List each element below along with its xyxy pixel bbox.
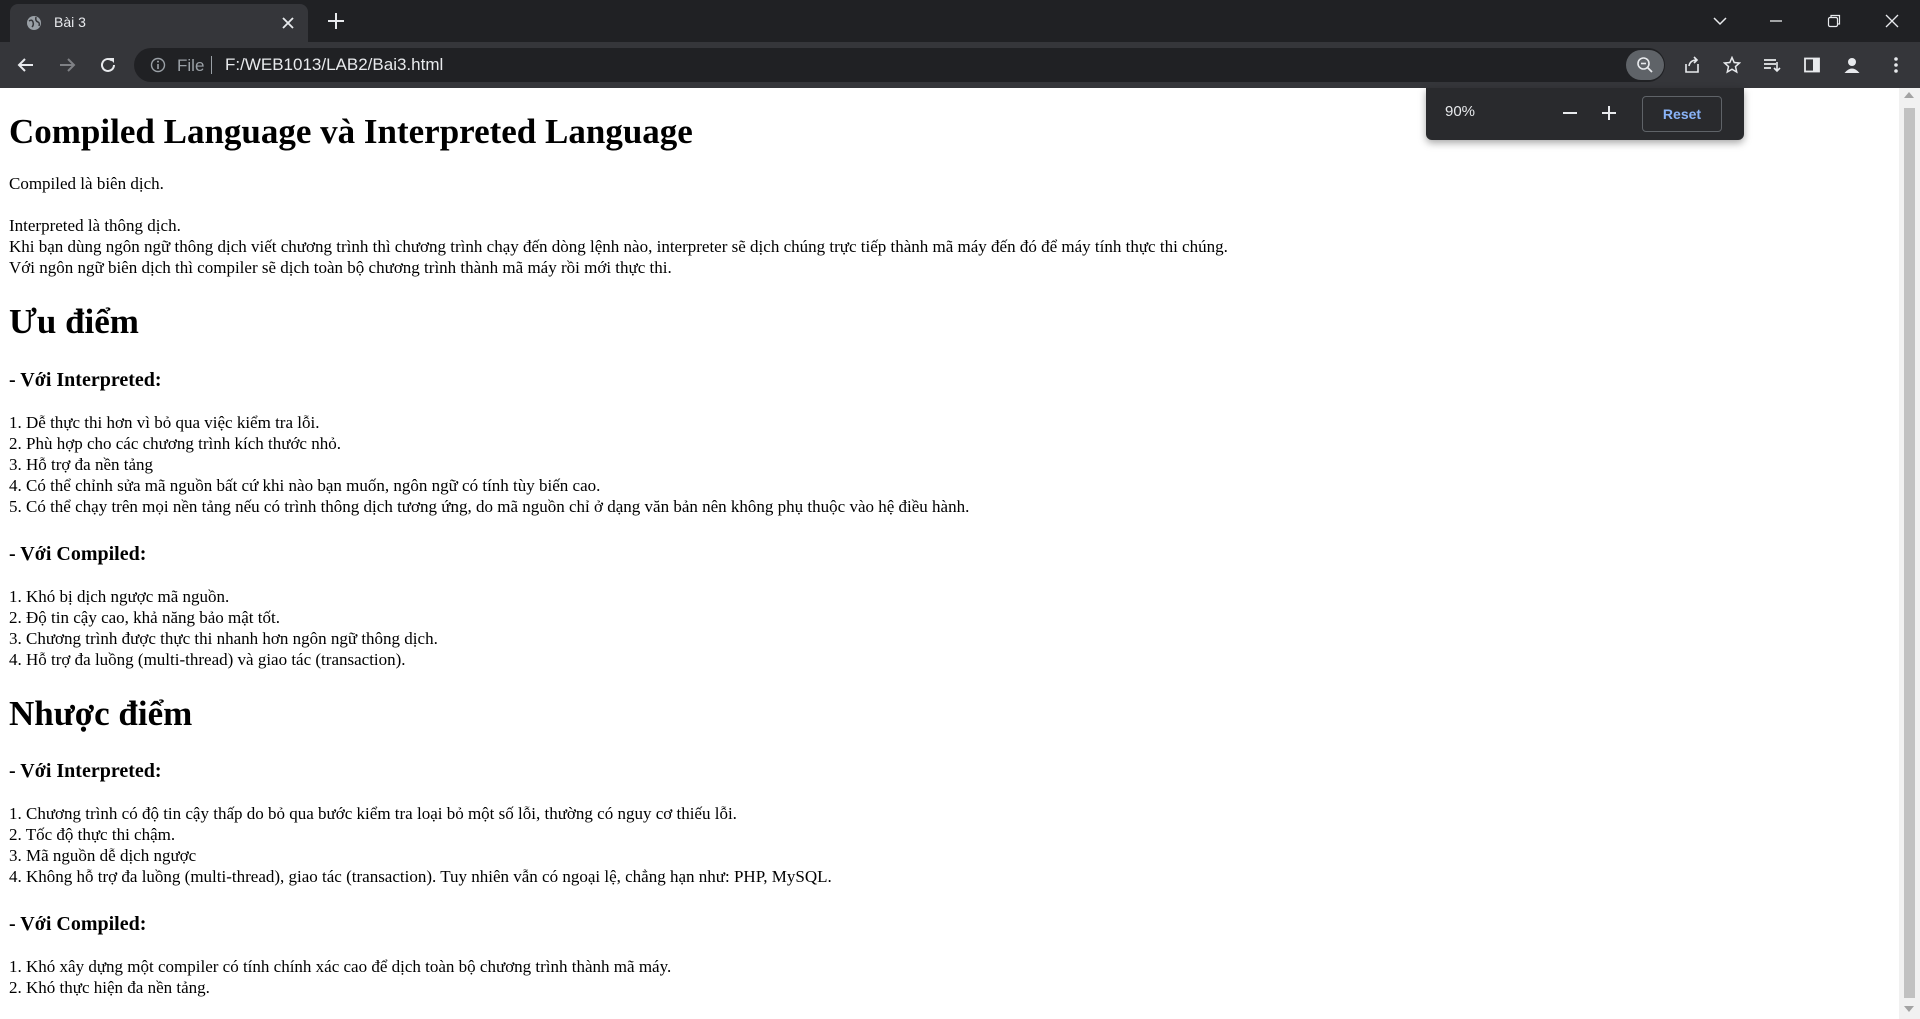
intro-line: Compiled là biên dịch. <box>9 174 164 194</box>
advantages-compiled-heading: - Với Compiled: <box>9 542 147 565</box>
reading-list-icon <box>1764 59 1781 73</box>
list-item: 1. Khó bị dịch ngược mã nguồn. <box>9 586 230 606</box>
intro-line: Interpreted là thông dịch. <box>9 216 181 236</box>
minimize-button[interactable] <box>1748 0 1804 42</box>
info-icon[interactable] <box>150 57 166 73</box>
zoom-indicator-button[interactable] <box>1626 50 1664 80</box>
chevron-down-icon <box>1713 17 1727 26</box>
list-item: 4. Có thể chỉnh sửa mã nguồn bất cứ khi … <box>9 475 601 495</box>
close-window-icon <box>1885 14 1899 28</box>
page-viewport: Compiled Language và Interpreted Languag… <box>0 88 1899 1019</box>
forward-arrow-icon <box>60 58 76 72</box>
browser-tab[interactable]: Bài 3 <box>10 4 308 42</box>
zoom-reset-button[interactable]: Reset <box>1642 96 1722 132</box>
zoom-minus-icon[interactable] <box>1559 102 1581 124</box>
menu-button[interactable] <box>1884 53 1908 77</box>
url-scheme-label: File <box>177 56 205 75</box>
plus-icon[interactable] <box>326 11 346 31</box>
share-icon <box>1685 56 1699 73</box>
star-icon <box>1723 56 1741 74</box>
list-item: 3. Chương trình được thực thi nhanh hơn … <box>9 628 438 648</box>
url-separator <box>211 56 212 74</box>
list-item: 4. Không hỗ trợ đa luồng (multi-thread),… <box>9 866 832 886</box>
intro-line: Khi bạn dùng ngôn ngữ thông dịch viết ch… <box>9 237 1228 257</box>
bookmark-button[interactable] <box>1720 53 1744 77</box>
list-item: 1. Khó xây dựng một compiler có tính chí… <box>9 956 672 976</box>
list-item: 2. Phù hợp cho các chương trình kích thư… <box>9 433 341 453</box>
list-item: 3. Hỗ trợ đa nền tảng <box>9 454 154 474</box>
reload-button[interactable] <box>96 53 120 77</box>
list-item: 4. Hỗ trợ đa luồng (multi-thread) và gia… <box>9 649 406 669</box>
globe-icon <box>27 16 41 30</box>
share-button[interactable] <box>1680 53 1704 77</box>
list-item: 2. Khó thực hiện đa nền tảng. <box>9 977 210 997</box>
zoom-out-icon <box>1637 57 1653 73</box>
back-button[interactable] <box>14 53 38 77</box>
list-item: 1. Dễ thực thi hơn vì bỏ qua việc kiểm t… <box>9 412 320 432</box>
close-icon[interactable] <box>280 15 296 31</box>
reload-icon <box>101 57 115 72</box>
zoom-plus-icon[interactable] <box>1598 102 1620 124</box>
more-vert-icon <box>1894 57 1898 73</box>
tab-strip: Bài 3 <box>0 0 1920 42</box>
restore-icon <box>1827 14 1841 28</box>
tab-search-button[interactable] <box>1692 0 1748 42</box>
zoom-level: 90% <box>1445 103 1476 120</box>
list-item: 3. Mã nguồn dễ dịch ngược <box>9 845 197 865</box>
list-item: 2. Độ tin cậy cao, khả năng bảo mật tốt. <box>9 607 280 627</box>
scroll-up-arrow-icon[interactable] <box>1904 92 1914 98</box>
list-item: 5. Có thể chạy trên mọi nền tảng nếu có … <box>9 496 970 516</box>
forward-button[interactable] <box>55 53 79 77</box>
restore-button[interactable] <box>1806 0 1862 42</box>
back-arrow-icon <box>17 58 33 72</box>
scroll-down-arrow-icon[interactable] <box>1904 1006 1914 1012</box>
scrollbar-thumb[interactable] <box>1904 108 1915 998</box>
url-text[interactable]: F:/WEB1013/LAB2/Bai3.html <box>225 55 443 75</box>
address-bar[interactable]: File F:/WEB1013/LAB2/Bai3.html <box>134 48 1665 82</box>
minimize-icon <box>1770 20 1782 22</box>
list-item: 1. Chương trình có độ tin cậy thấp do bỏ… <box>9 803 737 823</box>
list-item: 2. Tốc độ thực thi chậm. <box>9 824 176 844</box>
intro-line: Với ngôn ngữ biên dịch thì compiler sẽ d… <box>9 258 672 278</box>
disadvantages-heading: Nhược điểm <box>9 693 193 733</box>
zoom-popup: 90% Reset <box>1426 88 1744 140</box>
disadvantages-interpreted-heading: - Với Interpreted: <box>9 759 162 782</box>
tab-title: Bài 3 <box>54 14 86 30</box>
side-panel-button[interactable] <box>1800 53 1824 77</box>
vertical-scrollbar[interactable] <box>1899 88 1920 1019</box>
disadvantages-compiled-heading: - Với Compiled: <box>9 912 147 935</box>
reading-list-button[interactable] <box>1760 53 1784 77</box>
profile-button[interactable] <box>1840 53 1864 77</box>
profile-icon <box>1844 58 1860 73</box>
side-panel-icon <box>1804 57 1820 73</box>
advantages-interpreted-heading: - Với Interpreted: <box>9 368 162 391</box>
document-body: Compiled Language và Interpreted Languag… <box>9 88 1879 998</box>
advantages-heading: Ưu điểm <box>9 302 139 342</box>
close-window-button[interactable] <box>1864 0 1920 42</box>
